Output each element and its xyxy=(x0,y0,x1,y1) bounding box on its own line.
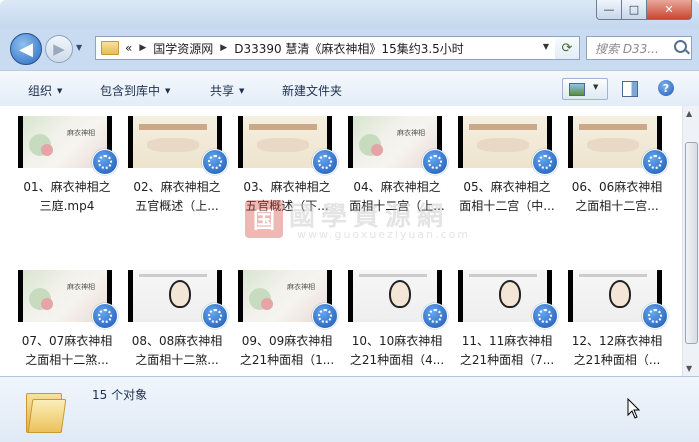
folder-icon xyxy=(101,41,119,55)
view-thumbnail-icon xyxy=(569,83,585,96)
file-list: 麻衣神相 01、麻衣神相之 三庭.mp4 02、麻衣神相之 五官概述（上... 03、… xyxy=(0,106,682,376)
close-button[interactable]: ✕ xyxy=(647,0,692,20)
share-label: 共享 xyxy=(210,84,235,98)
file-name: 11、11麻衣神相 之21种面相（7... xyxy=(459,334,555,367)
back-button[interactable]: ◀ xyxy=(10,33,42,65)
change-view-button[interactable]: ▼ xyxy=(562,78,608,100)
vertical-scrollbar[interactable]: ▲ ▼ xyxy=(682,106,699,376)
media-player-icon xyxy=(312,303,338,329)
media-player-icon xyxy=(92,303,118,329)
file-name: 02、麻衣神相之 五官概述（上... xyxy=(133,180,221,213)
chevron-down-icon: ▼ xyxy=(239,87,245,95)
organize-label: 组织 xyxy=(28,84,53,98)
organize-menu[interactable]: 组织 ▼ xyxy=(28,82,62,99)
forward-button[interactable]: ▶ xyxy=(45,35,73,63)
file-item[interactable]: 麻衣神相 01、麻衣神相之 三庭.mp4 xyxy=(14,116,120,236)
scroll-down-icon[interactable]: ▼ xyxy=(686,364,692,373)
chevron-right-icon[interactable]: ▶ xyxy=(220,43,227,53)
file-item[interactable]: 麻衣神相 07、07麻衣神相 之面相十二煞... xyxy=(14,270,120,376)
address-bar[interactable]: « ▶ 国学资源网 ▶ D33390 慧清《麻衣神相》15集约3.5小时 ▼ xyxy=(95,36,556,60)
address-dropdown-icon[interactable]: ▼ xyxy=(543,42,549,51)
item-count: 15 个对象 xyxy=(92,388,148,402)
search-input[interactable]: 搜索 D33... xyxy=(586,36,692,60)
file-name: 04、麻衣神相之 面相十二宫（上... xyxy=(349,180,445,213)
search-placeholder: 搜索 D33... xyxy=(595,41,659,56)
chevron-right-icon[interactable]: ▶ xyxy=(139,43,146,53)
media-player-icon xyxy=(642,149,668,175)
window-controls: — □ ✕ xyxy=(596,0,692,20)
title-bar: — □ ✕ xyxy=(0,0,699,28)
breadcrumb: « ▶ 国学资源网 ▶ D33390 慧清《麻衣神相》15集约3.5小时 xyxy=(125,40,464,57)
file-name: 01、麻衣神相之 三庭.mp4 xyxy=(23,180,111,213)
refresh-button[interactable]: ⟳ xyxy=(555,36,580,60)
file-item[interactable]: 06、06麻衣神相 之面相十二宫... xyxy=(564,116,670,236)
file-item[interactable]: 05、麻衣神相之 面相十二宫（中... xyxy=(454,116,560,236)
preview-pane-icon[interactable] xyxy=(622,81,638,97)
help-icon[interactable]: ? xyxy=(658,80,674,96)
file-item[interactable]: 12、12麻衣神相 之21种面相（... xyxy=(564,270,670,376)
file-name: 12、12麻衣神相 之21种面相（... xyxy=(571,334,663,367)
file-name: 05、麻衣神相之 面相十二宫（中... xyxy=(459,180,555,213)
explorer-window: — □ ✕ ◀ ▶ ▼ « ▶ 国学资源网 ▶ D33390 慧清《麻衣神相》1… xyxy=(0,0,699,442)
minimize-button[interactable]: — xyxy=(596,0,622,20)
media-player-icon xyxy=(202,303,228,329)
media-player-icon xyxy=(532,303,558,329)
navigation-bar: ◀ ▶ ▼ « ▶ 国学资源网 ▶ D33390 慧清《麻衣神相》15集约3.5… xyxy=(0,28,699,70)
media-player-icon xyxy=(92,149,118,175)
file-item[interactable]: 02、麻衣神相之 五官概述（上... xyxy=(124,116,230,236)
file-item[interactable]: 03、麻衣神相之 五官概述（下... xyxy=(234,116,340,236)
chevron-down-icon: ▼ xyxy=(593,83,599,91)
search-icon xyxy=(674,40,687,53)
file-name: 06、06麻衣神相 之面相十二宫... xyxy=(571,180,663,213)
forward-arrow-icon: ▶ xyxy=(53,40,65,58)
chevron-down-icon: ▼ xyxy=(165,87,171,95)
recent-pages-dropdown-icon[interactable]: ▼ xyxy=(76,43,82,52)
include-in-library-menu[interactable]: 包含到库中 ▼ xyxy=(100,82,170,99)
scrollbar-thumb[interactable] xyxy=(685,142,698,344)
new-folder-button[interactable]: 新建文件夹 xyxy=(282,82,342,99)
media-player-icon xyxy=(202,149,228,175)
details-pane: 15 个对象 xyxy=(0,376,699,442)
file-name: 09、09麻衣神相 之21种面相（1... xyxy=(239,334,335,367)
media-player-icon xyxy=(532,149,558,175)
breadcrumb-item-root[interactable]: 国学资源网 xyxy=(153,40,213,57)
include-in-library-label: 包含到库中 xyxy=(100,84,161,98)
share-menu[interactable]: 共享 ▼ xyxy=(210,82,244,99)
file-name: 03、麻衣神相之 五官概述（下... xyxy=(243,180,331,213)
maximize-button[interactable]: □ xyxy=(622,0,647,20)
file-item[interactable]: 麻衣神相 09、09麻衣神相 之21种面相（1... xyxy=(234,270,340,376)
scroll-up-icon[interactable]: ▲ xyxy=(686,109,692,118)
media-player-icon xyxy=(422,149,448,175)
refresh-icon: ⟳ xyxy=(561,40,573,56)
file-item[interactable]: 08、08麻衣神相 之面相十二煞... xyxy=(124,270,230,376)
media-player-icon xyxy=(422,303,448,329)
file-item[interactable]: 麻衣神相 04、麻衣神相之 面相十二宫（上... xyxy=(344,116,450,236)
file-name: 10、10麻衣神相 之21种面相（4... xyxy=(349,334,445,367)
media-player-icon xyxy=(642,303,668,329)
back-arrow-icon: ◀ xyxy=(19,38,33,60)
breadcrumb-overflow[interactable]: « xyxy=(125,41,132,55)
media-player-icon xyxy=(312,149,338,175)
file-name: 07、07麻衣神相 之面相十二煞... xyxy=(21,334,113,367)
mouse-cursor-icon xyxy=(627,398,641,419)
breadcrumb-item-current[interactable]: D33390 慧清《麻衣神相》15集约3.5小时 xyxy=(234,40,464,57)
folder-icon xyxy=(26,387,67,433)
file-name: 08、08麻衣神相 之面相十二煞... xyxy=(131,334,223,367)
chevron-down-icon: ▼ xyxy=(57,87,63,95)
file-item[interactable]: 10、10麻衣神相 之21种面相（4... xyxy=(344,270,450,376)
command-bar: 组织 ▼ 包含到库中 ▼ 共享 ▼ 新建文件夹 ▼ ? xyxy=(0,70,699,107)
file-item[interactable]: 11、11麻衣神相 之21种面相（7... xyxy=(454,270,560,376)
